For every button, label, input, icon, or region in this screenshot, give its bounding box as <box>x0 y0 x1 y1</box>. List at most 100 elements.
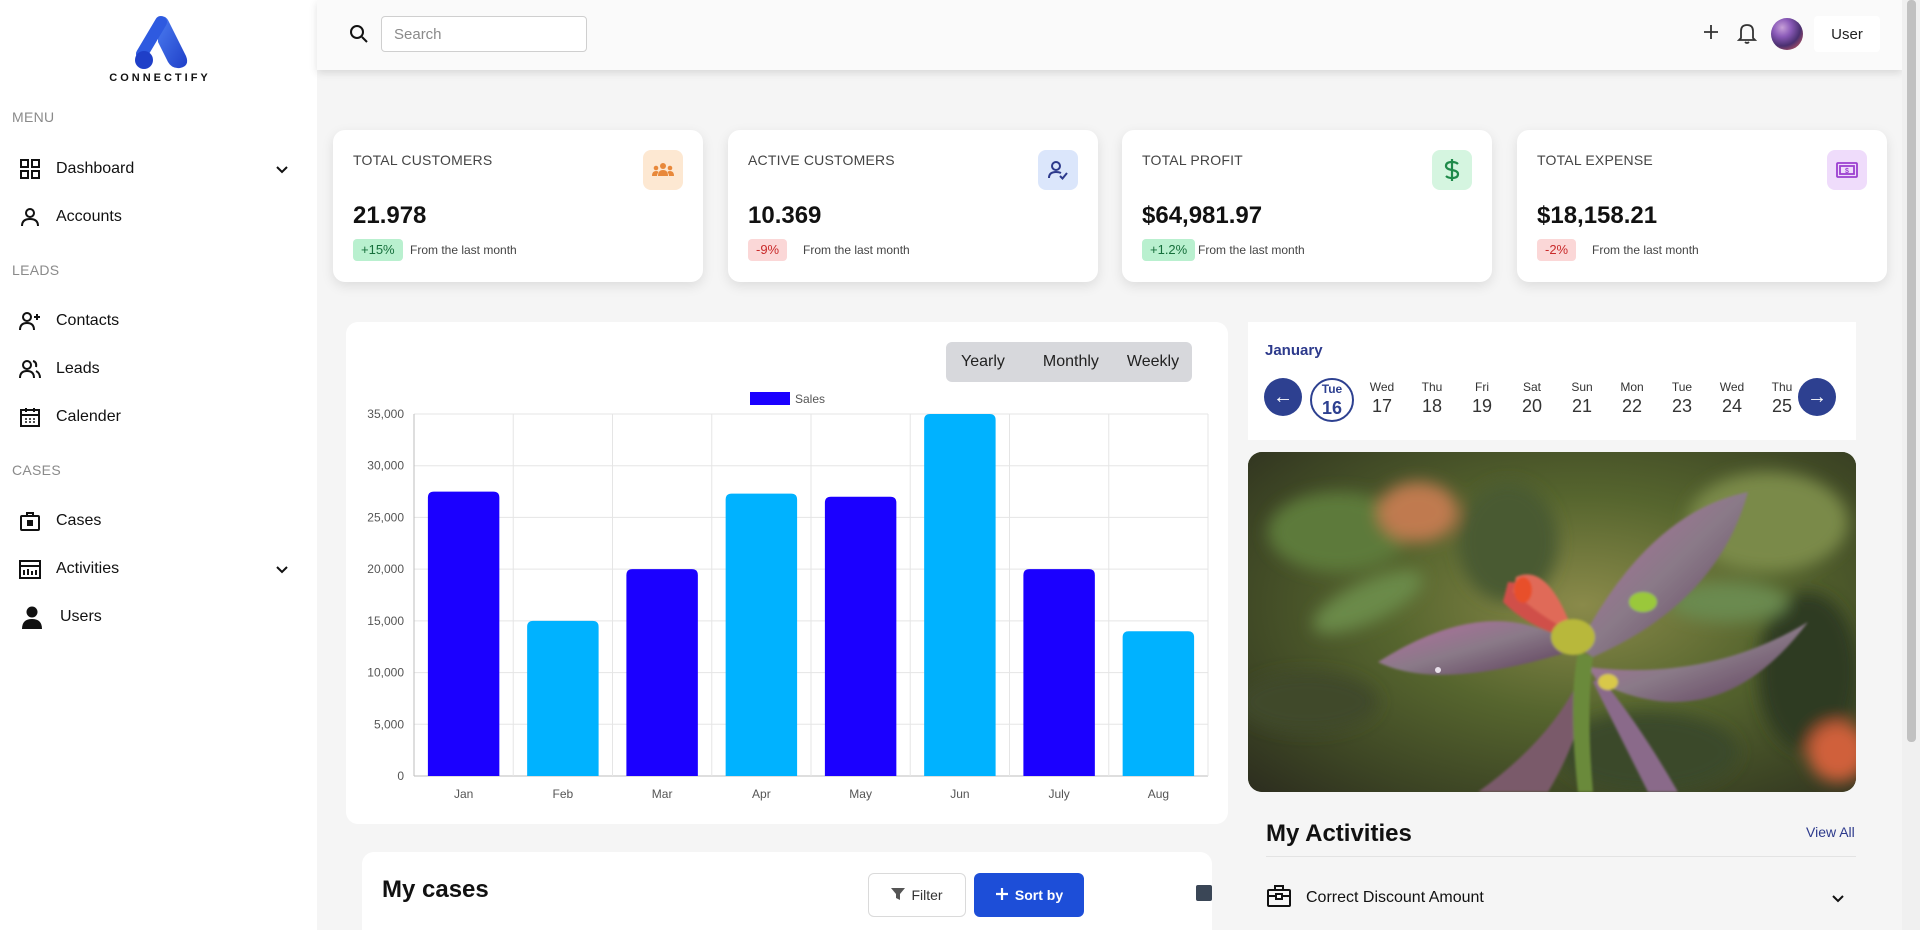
plus-icon[interactable] <box>1701 22 1721 47</box>
user-menu-button[interactable]: User <box>1814 16 1880 52</box>
calendar-day-name: Tue <box>1671 380 1693 394</box>
filter-icon <box>891 887 906 904</box>
calendar-prev-button[interactable]: ← <box>1264 378 1302 416</box>
sidebar-item-label: Accounts <box>56 208 122 225</box>
stat-title: TOTAL EXPENSE <box>1537 152 1653 168</box>
sort-by-button[interactable]: Sort by <box>974 873 1084 917</box>
scrollbar-thumb[interactable] <box>1907 0 1916 742</box>
search-icon[interactable] <box>349 24 369 49</box>
user-plus-icon <box>18 309 42 333</box>
stat-card-total-profit: TOTAL PROFIT $64,981.97 +1.2% From the l… <box>1122 130 1492 282</box>
sidebar-item-label: Cases <box>56 512 102 529</box>
sidebar-item-calender[interactable]: Calender <box>18 399 300 435</box>
activities-title: My Activities <box>1266 820 1412 847</box>
team-icon <box>643 150 683 190</box>
calendar-day[interactable]: Tue 16 <box>1310 378 1354 422</box>
stat-title: TOTAL CUSTOMERS <box>353 152 493 168</box>
calendar-day-name: Mon <box>1620 380 1644 394</box>
sidebar-item-leads[interactable]: Leads <box>18 351 300 387</box>
briefcase-icon <box>1266 884 1292 913</box>
calendar-day[interactable]: Mon 22 <box>1610 378 1654 422</box>
chart-period-toggle: Yearly Monthly Weekly <box>946 342 1192 382</box>
calendar-day[interactable]: Fri 19 <box>1460 378 1504 422</box>
sidebar-item-contacts[interactable]: Contacts <box>18 303 300 339</box>
calendar-day-number: 17 <box>1371 396 1393 416</box>
users-icon <box>18 357 42 381</box>
banknote-icon: $ <box>1827 150 1867 190</box>
activity-item[interactable]: Correct Discount Amount <box>1266 880 1856 916</box>
calendar-day[interactable]: Tue 23 <box>1660 378 1704 422</box>
calendar-day-name: Wed <box>1369 380 1395 394</box>
sidebar-item-activities[interactable]: Activities <box>18 551 300 587</box>
chevron-down-icon[interactable] <box>274 161 290 182</box>
search-input[interactable] <box>381 16 587 52</box>
calendar-day[interactable]: Thu 25 <box>1760 378 1804 422</box>
stat-note: From the last month <box>1592 243 1699 257</box>
section-label-cases: CASES <box>12 462 61 478</box>
stat-note: From the last month <box>410 243 517 257</box>
legend-label: Sales <box>795 392 825 406</box>
calendar-day[interactable]: Sat 20 <box>1510 378 1554 422</box>
view-all-link[interactable]: View All <box>1806 824 1855 840</box>
chevron-down-icon[interactable] <box>274 561 290 582</box>
tab-weekly[interactable]: Weekly <box>1127 353 1179 371</box>
filter-button-label: Filter <box>911 887 943 903</box>
x-tick-label: Mar <box>652 787 673 801</box>
date-strip: January ← → Tue 16 Wed 17 Thu 18 Fri 19 Sat 20 Sun… <box>1248 322 1856 440</box>
y-tick-label: 35,000 <box>367 407 404 421</box>
x-tick-label: Feb <box>553 787 574 801</box>
cases-title: My cases <box>382 876 489 903</box>
y-tick-label: 30,000 <box>367 459 404 473</box>
calendar-day[interactable]: Wed 17 <box>1360 378 1404 422</box>
x-tick-label: Jun <box>950 787 969 801</box>
y-tick-label: 0 <box>397 769 404 783</box>
x-tick-label: July <box>1048 787 1069 801</box>
y-tick-label: 5,000 <box>374 717 404 731</box>
sidebar-item-label: Users <box>60 608 102 625</box>
view-toggle-icon[interactable] <box>1196 885 1212 901</box>
calendar-day-number: 21 <box>1571 396 1593 416</box>
user-check-icon <box>1038 150 1078 190</box>
calendar-day-number: 20 <box>1521 396 1543 416</box>
legend-swatch <box>750 392 790 405</box>
calendar-day-number: 16 <box>1321 398 1343 418</box>
calendar-day-name: Fri <box>1475 380 1489 394</box>
featured-image <box>1248 452 1856 792</box>
page-scrollbar[interactable] <box>1902 0 1920 930</box>
sidebar-item-accounts[interactable]: Accounts <box>18 199 300 235</box>
stat-value: $64,981.97 <box>1142 202 1263 229</box>
briefcase-icon <box>18 509 42 533</box>
sidebar-item-dashboard[interactable]: Dashboard <box>18 151 300 187</box>
sidebar-item-cases[interactable]: Cases <box>18 503 300 539</box>
stat-title: TOTAL PROFIT <box>1142 152 1243 168</box>
bar-feb <box>527 620 599 776</box>
sidebar-item-label: Calender <box>56 408 121 425</box>
tab-monthly[interactable]: Monthly <box>1043 353 1099 371</box>
bell-icon[interactable] <box>1736 22 1758 49</box>
stat-note: From the last month <box>803 243 910 257</box>
brand-logo[interactable]: CONNECTIFY <box>90 14 230 86</box>
bar-may <box>824 496 897 776</box>
y-tick-label: 25,000 <box>367 510 404 524</box>
stat-value: 21.978 <box>353 202 427 229</box>
calendar-day[interactable]: Thu 18 <box>1410 378 1454 422</box>
calendar-day-number: 23 <box>1671 396 1693 416</box>
calendar-month: January <box>1265 342 1323 359</box>
x-tick-label: Apr <box>752 787 771 801</box>
y-tick-label: 10,000 <box>367 666 404 680</box>
sidebar-item-users[interactable]: Users <box>18 599 300 635</box>
calendar-day[interactable]: Sun 21 <box>1560 378 1604 422</box>
bar-jan <box>427 491 500 776</box>
section-label-menu: MENU <box>12 109 55 125</box>
x-tick-label: Aug <box>1148 787 1169 801</box>
avatar[interactable] <box>1771 18 1803 50</box>
stat-value: 10.369 <box>748 202 822 229</box>
filter-button[interactable]: Filter <box>868 873 966 917</box>
calendar-day-name: Wed <box>1719 380 1745 394</box>
activity-icon <box>18 557 42 581</box>
calendar-day[interactable]: Wed 24 <box>1710 378 1754 422</box>
tab-yearly[interactable]: Yearly <box>961 353 1005 371</box>
sidebar-item-label: Leads <box>56 360 100 377</box>
chevron-down-icon[interactable] <box>1830 890 1846 911</box>
calendar-icon <box>18 405 42 429</box>
